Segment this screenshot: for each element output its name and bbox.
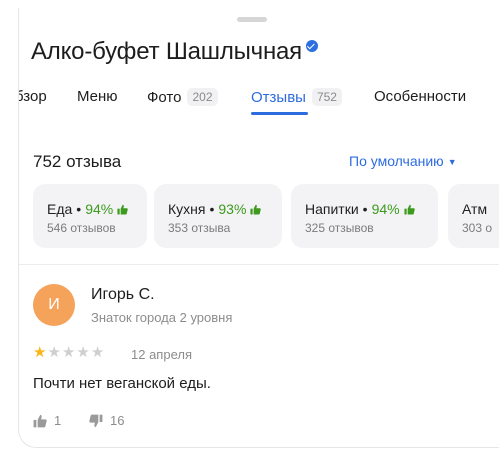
tab-features[interactable]: Особенности <box>374 88 466 105</box>
title-row: Алко-буфет Шашлычная <box>31 38 318 66</box>
place-card: Алко-буфет Шашлычная бзор Меню Фото 202 … <box>18 8 499 448</box>
review-author[interactable]: Игорь С. <box>91 286 155 304</box>
category-chip-food[interactable]: Еда • 94% 546 отзывов <box>33 184 147 248</box>
like-button[interactable]: 1 <box>33 413 61 428</box>
author-level: Знаток города 2 уровня <box>91 310 233 325</box>
category-reviews-count: 353 отзыва <box>168 221 231 235</box>
tab-label: Отзывы <box>251 88 306 106</box>
thumbs-down-icon <box>89 414 103 427</box>
category-reviews-count: 325 отзывов <box>305 221 374 235</box>
category-reviews-count: 303 о <box>462 221 493 235</box>
tab-count: 752 <box>311 88 342 106</box>
star-filled-icon: ★ <box>33 344 47 361</box>
category-chip-atmosphere[interactable]: Атм 303 о <box>448 184 499 248</box>
star-empty-icon: ★ <box>61 344 76 361</box>
review-date: 12 апреля <box>131 347 192 362</box>
tab-label: Меню <box>77 88 118 105</box>
category-chip-cuisine[interactable]: Кухня • 93% 353 отзыва <box>154 184 282 248</box>
like-count: 1 <box>54 413 62 428</box>
category-name: Еда <box>47 201 73 217</box>
category-separator: • <box>362 201 368 217</box>
drag-handle[interactable] <box>237 17 267 22</box>
place-title: Алко-буфет Шашлычная <box>31 38 302 65</box>
category-reviews-count: 546 отзывов <box>47 221 116 235</box>
dislike-count: 16 <box>110 413 125 428</box>
chevron-down-icon: ▼ <box>447 157 457 167</box>
category-separator: • <box>209 201 215 217</box>
divider <box>19 264 499 265</box>
avatar[interactable]: И <box>33 284 75 326</box>
category-separator: • <box>76 201 82 217</box>
category-name: Кухня <box>168 201 206 217</box>
category-name: Напитки <box>305 201 359 217</box>
category-percent: 94% <box>85 201 114 217</box>
sort-label: По умолчанию <box>349 153 444 169</box>
tab-reviews[interactable]: Отзывы 752 <box>251 88 342 106</box>
dislike-button[interactable]: 16 <box>89 413 124 428</box>
category-name: Атм <box>462 201 488 217</box>
category-percent: 94% <box>371 201 400 217</box>
star-rating: ★ ★ ★ ★ ★ <box>33 345 105 361</box>
star-empty-icon: ★ <box>90 344 105 361</box>
tab-label: Фото <box>147 88 182 106</box>
reviews-count: 752 отзыва <box>33 152 122 171</box>
verified-check-icon <box>305 40 318 52</box>
thumbs-up-icon <box>404 204 415 215</box>
tab-menu[interactable]: Меню <box>77 88 118 105</box>
sort-dropdown[interactable]: По умолчанию ▼ <box>349 153 457 169</box>
thumbs-up-icon <box>117 204 128 215</box>
star-empty-icon: ★ <box>47 344 61 361</box>
tab-count: 202 <box>187 88 218 106</box>
active-tab-indicator <box>251 112 308 115</box>
thumbs-up-icon <box>33 414 47 427</box>
category-percent: 93% <box>218 201 247 217</box>
category-chip-drinks[interactable]: Напитки • 94% 325 отзывов <box>291 184 438 248</box>
review-text: Почти нет веганской еды. <box>33 375 211 392</box>
tab-label: Особенности <box>374 88 467 105</box>
tab-label: бзор <box>18 88 47 105</box>
star-empty-icon: ★ <box>76 344 90 361</box>
thumbs-up-icon <box>250 204 262 215</box>
tab-overview[interactable]: бзор <box>18 88 47 105</box>
tab-photos[interactable]: Фото 202 <box>147 88 218 106</box>
